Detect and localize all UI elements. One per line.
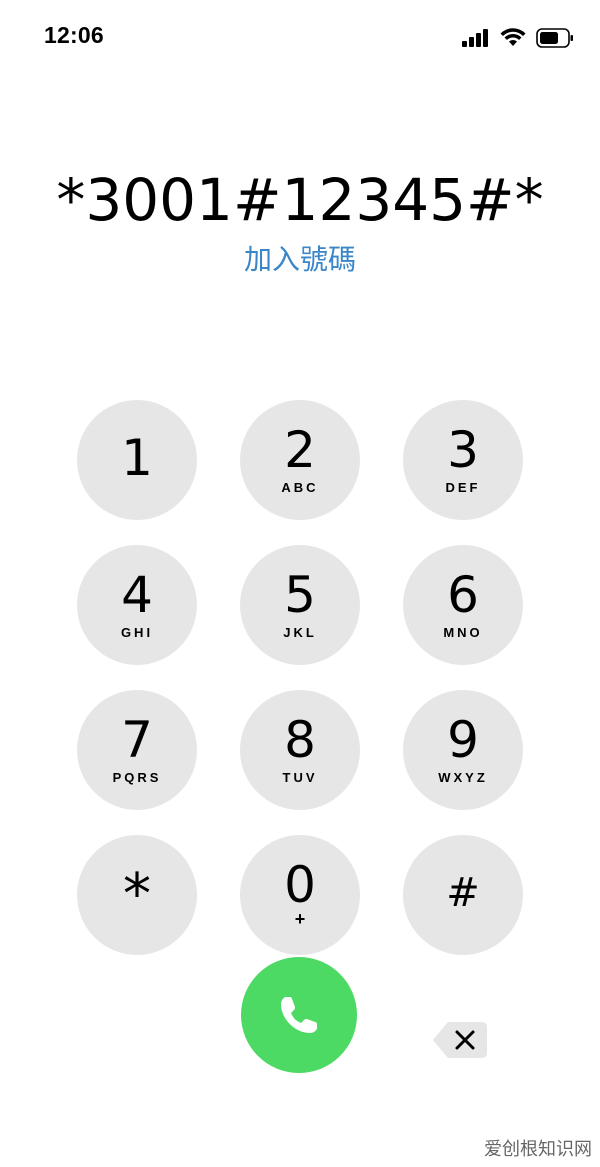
key-digit: 7 xyxy=(121,711,153,769)
battery-icon xyxy=(536,28,573,48)
delete-button[interactable] xyxy=(432,1020,488,1060)
key-letters: PQRS xyxy=(112,770,162,785)
wifi-icon xyxy=(500,28,526,46)
key-letters: GHI xyxy=(120,625,154,640)
call-button[interactable] xyxy=(241,957,357,1073)
cellular-signal-icon xyxy=(462,29,488,47)
key-digit: 5 xyxy=(284,566,316,624)
key-letters: TUV xyxy=(282,770,318,785)
key-digit: 4 xyxy=(121,566,153,624)
key-hash[interactable]: # xyxy=(403,835,523,955)
key-digit: 8 xyxy=(284,711,316,769)
key-4[interactable]: 4 GHI xyxy=(77,545,197,665)
backspace-icon xyxy=(433,1022,487,1058)
key-9[interactable]: 9 WXYZ xyxy=(403,690,523,810)
key-0[interactable]: 0 + xyxy=(240,835,360,955)
add-number-link[interactable]: 加入號碼 xyxy=(0,240,600,280)
key-letters: JKL xyxy=(283,625,317,640)
watermark: 爱创根知识网 xyxy=(484,1139,592,1160)
key-letters: DEF xyxy=(445,480,481,495)
key-star[interactable]: * xyxy=(77,835,197,955)
key-1[interactable]: 1 xyxy=(77,400,197,520)
key-letters: + xyxy=(294,909,306,929)
status-time: 12:06 xyxy=(44,22,104,48)
key-letters: MNO xyxy=(443,625,483,640)
key-symbol: # xyxy=(446,870,480,916)
key-digit: 9 xyxy=(447,711,479,769)
key-3[interactable]: 3 DEF xyxy=(403,400,523,520)
phone-icon xyxy=(281,997,317,1033)
key-letters: WXYZ xyxy=(438,770,488,785)
key-digit: 6 xyxy=(447,566,479,624)
key-digit: 2 xyxy=(284,421,316,479)
key-digit: 1 xyxy=(121,429,153,487)
key-6[interactable]: 6 MNO xyxy=(403,545,523,665)
key-digit: 0 xyxy=(284,856,316,914)
key-5[interactable]: 5 JKL xyxy=(240,545,360,665)
status-bar: 12:06 xyxy=(0,0,600,76)
key-symbol: * xyxy=(123,862,151,927)
key-7[interactable]: 7 PQRS xyxy=(77,690,197,810)
key-8[interactable]: 8 TUV xyxy=(240,690,360,810)
key-digit: 3 xyxy=(447,421,479,479)
key-2[interactable]: 2 ABC xyxy=(240,400,360,520)
dialed-number-display: *3001#12345#* xyxy=(56,166,544,234)
key-letters: ABC xyxy=(281,480,319,495)
status-icons xyxy=(462,26,574,50)
